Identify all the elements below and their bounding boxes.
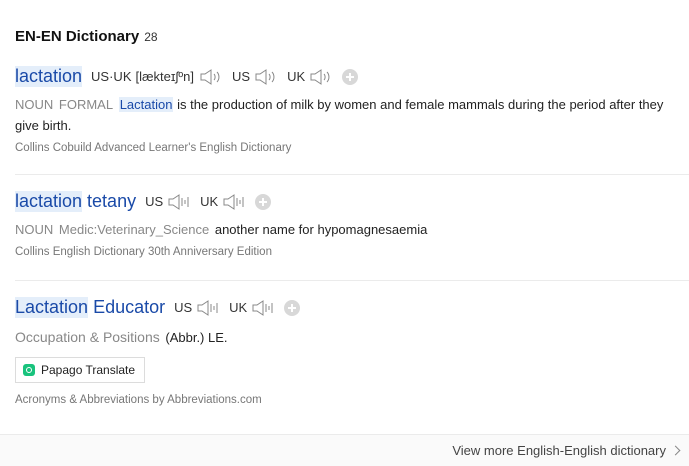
view-more-label: View more English-English dictionary xyxy=(452,443,666,458)
entry-lactation-educator: Lactation Educator US UK Occupation & Po… xyxy=(15,297,689,406)
plus-icon[interactable] xyxy=(284,299,301,316)
dictionary-source: Collins Cobuild Advanced Learner's Engli… xyxy=(15,142,292,154)
plus-icon[interactable] xyxy=(342,68,359,85)
result-count: 28 xyxy=(144,30,158,44)
speaker-icon[interactable] xyxy=(196,299,220,317)
part-of-speech: NOUN xyxy=(15,97,54,112)
dictionary-header: EN-EN Dictionary 28 xyxy=(15,28,158,45)
headword-part1: Lactation xyxy=(15,297,89,318)
speaker-icon[interactable] xyxy=(309,68,333,86)
speaker-icon[interactable] xyxy=(222,193,246,211)
speaker-icon[interactable] xyxy=(254,68,278,86)
definition: NOUN FORMAL Lactation is the production … xyxy=(15,94,689,136)
pron-label: US·UK xyxy=(91,69,132,84)
papago-label: Papago Translate xyxy=(41,363,136,377)
chevron-right-icon xyxy=(670,445,681,456)
register-label: FORMAL xyxy=(58,97,114,112)
headword-part2: tetany xyxy=(87,191,137,211)
footer: View more English-English dictionary xyxy=(0,434,689,466)
entry-lactation: lactation US·UK [lækteɪʃºn] US UK NOUN F… xyxy=(15,66,689,175)
uk-label: UK xyxy=(287,69,306,84)
headword-part1: lactation xyxy=(15,191,83,212)
uk-label: UK xyxy=(229,300,248,315)
entry-lactation-tetany: lactation tetany US UK NOUN Medic:Veteri… xyxy=(15,191,689,281)
us-label: US xyxy=(145,194,164,209)
headword-part2: Educator xyxy=(93,297,166,317)
headword-link[interactable]: lactation tetany xyxy=(15,191,136,212)
plus-icon[interactable] xyxy=(255,193,272,210)
section-title: EN-EN Dictionary xyxy=(15,28,140,45)
papago-logo-icon xyxy=(23,364,35,376)
speaker-icon[interactable] xyxy=(251,299,275,317)
definition-keyword: Lactation xyxy=(118,97,174,112)
papago-translate-button[interactable]: Papago Translate xyxy=(15,357,146,383)
view-more-link[interactable]: View more English-English dictionary xyxy=(452,443,681,458)
headword-link[interactable]: Lactation Educator xyxy=(15,297,165,318)
speaker-icon[interactable] xyxy=(167,193,191,211)
field-label: Medic:Veterinary_Science xyxy=(58,222,210,237)
dictionary-source: Acronyms & Abbreviations by Abbreviation… xyxy=(15,394,262,406)
headword-link[interactable]: lactation xyxy=(15,66,83,87)
definition-text: another name for hypomagnesaemia xyxy=(214,222,428,237)
category-label: Occupation & Positions xyxy=(15,329,160,345)
uk-label: UK xyxy=(200,194,219,209)
us-label: US xyxy=(232,69,251,84)
definition: NOUN Medic:Veterinary_Science another na… xyxy=(15,219,689,240)
phonetic: [lækteɪʃºn] xyxy=(135,69,195,84)
part-of-speech: NOUN xyxy=(15,222,54,237)
us-label: US xyxy=(174,300,193,315)
definition: Occupation & Positions (Abbr.) LE. xyxy=(15,327,689,348)
definition-text: (Abbr.) LE. xyxy=(165,330,228,345)
speaker-icon[interactable] xyxy=(199,68,223,86)
dictionary-source: Collins English Dictionary 30th Annivers… xyxy=(15,246,272,258)
